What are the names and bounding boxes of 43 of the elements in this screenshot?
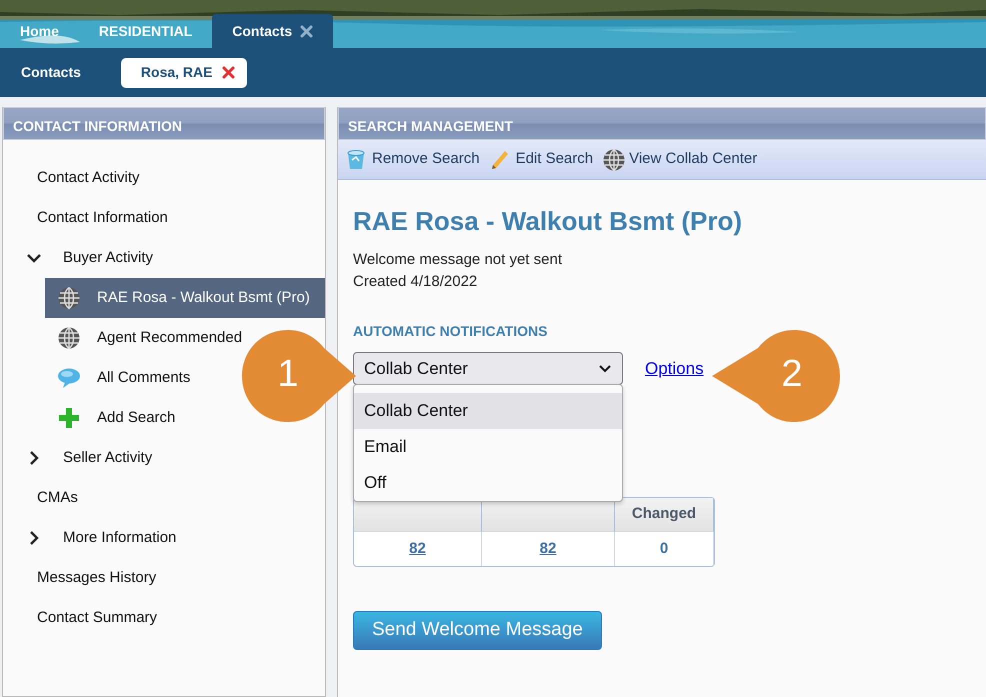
plus-icon xyxy=(57,406,81,430)
section-title: Contacts xyxy=(21,63,81,82)
section-heading: AUTOMATIC NOTIFICATIONS xyxy=(353,322,548,342)
toolbar-button[interactable]: Remove Search xyxy=(344,148,480,172)
sidebar-item[interactable]: RAE Rosa - Walkout Bsmt (Pro) xyxy=(45,278,325,318)
sidebar-item[interactable]: Buyer Activity xyxy=(3,238,160,278)
sidebar-item[interactable]: Add Search xyxy=(45,398,182,438)
dropdown-option[interactable]: Off xyxy=(354,465,622,501)
sidebar-item[interactable]: Messages History xyxy=(3,558,162,598)
sidebar-item[interactable]: Contact Activity xyxy=(3,158,146,198)
close-icon[interactable] xyxy=(222,66,236,79)
notification-select[interactable]: Collab Center xyxy=(353,352,623,386)
caret-icon xyxy=(598,364,612,374)
globe-icon xyxy=(57,286,81,310)
sidebar-item[interactable]: More Information xyxy=(3,518,182,558)
close-icon[interactable] xyxy=(300,24,314,38)
sidebar-item[interactable]: Contact Information xyxy=(3,198,174,238)
count-link[interactable]: 82 xyxy=(540,540,556,557)
sidebar-item[interactable]: Contact Summary xyxy=(3,598,164,638)
nav-tab[interactable]: Contacts xyxy=(212,14,334,48)
callout-number: 2 xyxy=(780,352,804,396)
panel-header: SEARCH MANAGEMENT xyxy=(338,107,986,140)
speech-bubble-icon xyxy=(57,366,81,390)
search-title: RAE Rosa - Walkout Bsmt (Pro) xyxy=(353,206,744,238)
count-value: 0 xyxy=(660,540,668,557)
status-text: Welcome message not yet sent xyxy=(353,250,563,270)
dropdown-option[interactable]: Collab Center xyxy=(354,393,622,429)
options-link[interactable]: Options xyxy=(645,356,704,382)
globe-icon xyxy=(57,326,81,350)
count-link[interactable]: 82 xyxy=(409,540,426,557)
toolbar-button[interactable]: Edit Search xyxy=(488,148,594,172)
callout-number: 1 xyxy=(276,352,300,396)
created-date: Created 4/18/2022 xyxy=(353,272,478,292)
panel-header: CONTACT INFORMATION xyxy=(3,107,325,140)
contact-tab[interactable]: Rosa, RAE xyxy=(120,58,248,88)
dropdown-option[interactable]: Email xyxy=(354,429,622,465)
sidebar-item[interactable]: Seller Activity xyxy=(3,438,158,478)
sidebar-item[interactable]: Agent Recommended xyxy=(45,318,248,358)
toolbar-button[interactable]: View Collab Center xyxy=(601,148,758,172)
sidebar-item[interactable]: All Comments xyxy=(45,358,196,398)
column-header: Changed xyxy=(615,498,714,532)
sidebar-item[interactable]: CMAs xyxy=(3,478,84,518)
globe-icon xyxy=(601,148,626,172)
